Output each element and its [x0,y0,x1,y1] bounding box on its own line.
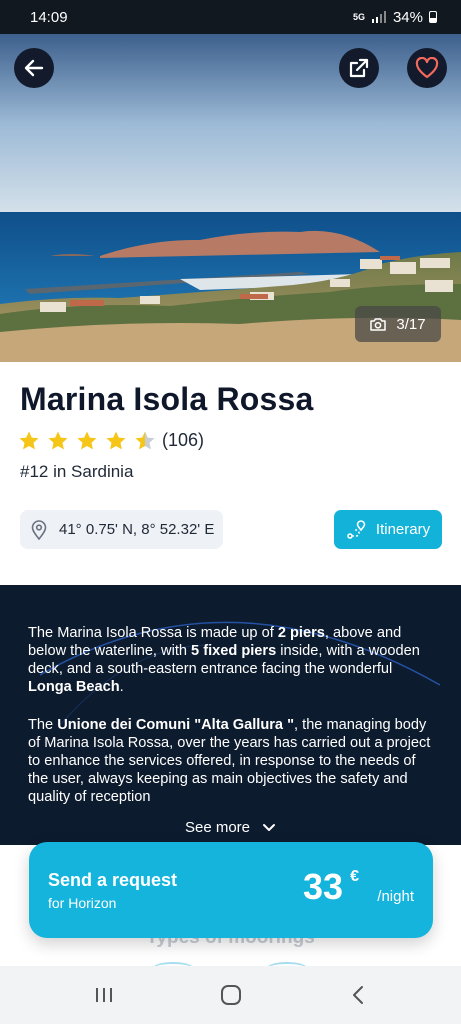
status-indicators: 5G 34% [353,9,437,26]
back-button[interactable] [14,48,54,88]
photo-counter[interactable]: 3/17 [355,306,441,342]
status-bar: 14:09 5G 34% [0,0,461,34]
cta-subtitle: for Horizon [48,895,117,911]
regional-rank: #12 in Sardinia [20,462,134,481]
back-arrow-icon [24,59,44,77]
price-currency: € [350,868,359,885]
coordinates-text: 41° 0.75' N, 8° 52.32' E [59,521,215,538]
price-unit: /night [377,888,414,905]
star-icon [135,431,155,450]
favorite-button[interactable] [407,48,447,88]
system-navigation-bar [0,966,461,1024]
description-paragraph-2: The Unione dei Comuni "Alta Gallura ", t… [28,717,431,805]
send-request-button[interactable]: Send a request for Horizon 33 € /night [29,842,433,938]
star-icon [48,431,68,450]
chevron-left-icon [352,986,363,1004]
coordinates-chip[interactable]: 41° 0.75' N, 8° 52.32' E [20,510,223,549]
see-more-label: See more [184,819,251,836]
rating[interactable]: (106) [18,430,204,451]
itinerary-button[interactable]: Itinerary [334,510,442,549]
battery-icon [429,11,437,23]
star-rating [18,430,156,451]
system-back-button[interactable] [328,975,388,1015]
home-button[interactable] [201,975,261,1015]
status-time: 14:09 [30,8,68,26]
price-value: 33 [302,866,343,907]
marina-title: Marina Isola Rossa [20,381,314,417]
description-paragraph-1: The Marina Isola Rossa is made up of 2 p… [28,625,420,695]
itinerary-label: Itinerary [375,521,431,538]
chevron-down-icon [263,823,276,831]
description-section: The Marina Isola Rossa is made up of 2 p… [0,585,461,845]
photo-counter-text: 3/17 [396,315,426,333]
recent-apps-icon [95,988,112,1002]
star-icon [19,431,39,450]
network-type: 5G [352,11,365,22]
cta-title: Send a request [48,870,178,890]
camera-icon [370,318,387,331]
review-count: (106) [162,430,205,450]
hero-photo[interactable]: 3/17 [0,34,461,362]
star-icon [106,431,126,450]
battery-percent: 34% [392,8,423,26]
see-more-button[interactable]: See more [0,819,461,836]
star-icon [77,431,97,450]
route-icon [347,519,366,539]
share-icon [349,58,369,78]
location-pin-icon [31,519,47,540]
home-icon [220,985,241,1005]
heart-icon [415,57,439,79]
signal-icon [371,11,386,23]
recent-apps-button[interactable] [74,975,134,1015]
share-button[interactable] [339,48,379,88]
